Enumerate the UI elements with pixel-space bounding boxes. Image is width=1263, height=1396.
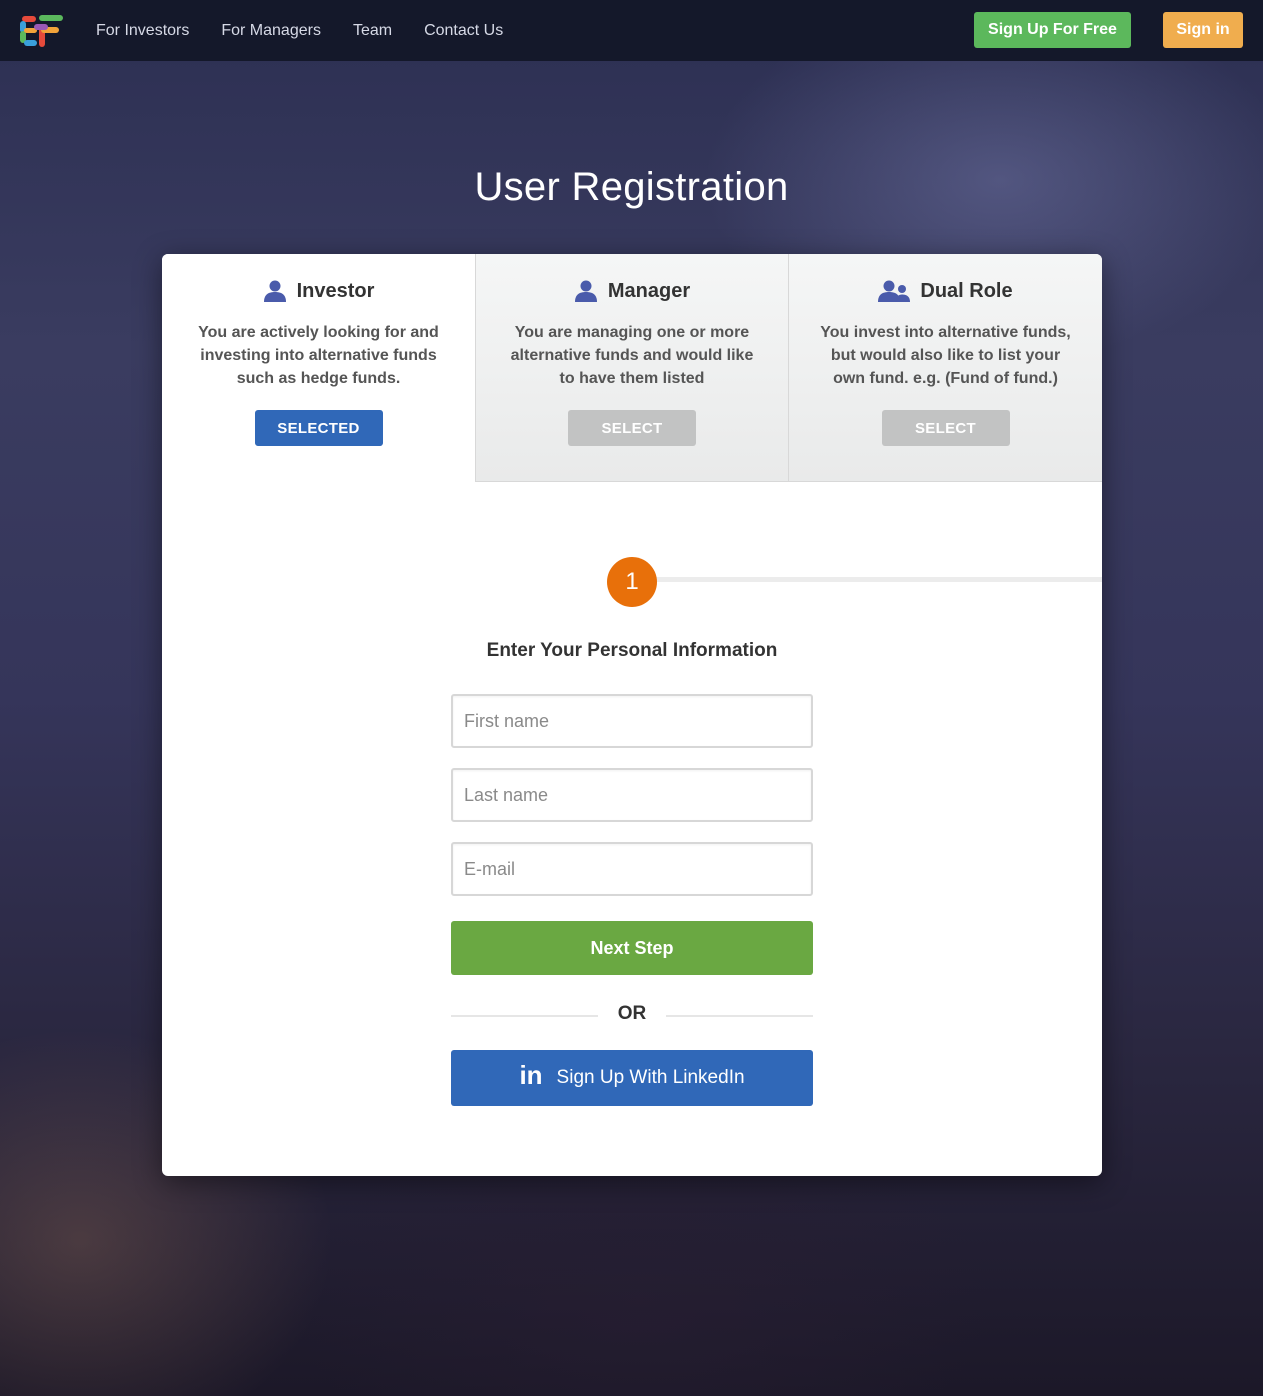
step-progress-line — [656, 577, 1102, 582]
site-logo[interactable] — [19, 13, 65, 49]
registration-card: Investor You are actively looking for an… — [162, 254, 1102, 1176]
role-title: Manager — [607, 279, 691, 302]
nav-team[interactable]: Team — [337, 0, 408, 61]
user-icon — [263, 280, 286, 302]
investor-selected-button[interactable]: SELECTED — [254, 410, 383, 446]
or-divider-right — [666, 1015, 813, 1017]
email-input[interactable] — [451, 842, 813, 896]
or-divider-left — [451, 1015, 598, 1017]
role-option-dual-role[interactable]: Dual Role You invest into alternative fu… — [788, 254, 1102, 482]
linkedin-icon: in — [519, 1060, 543, 1090]
role-header: Manager — [476, 278, 788, 304]
step-number-badge: 1 — [607, 557, 657, 607]
nav-for-managers[interactable]: For Managers — [205, 0, 337, 61]
linkedin-signup-button[interactable]: in Sign Up With LinkedIn — [451, 1050, 813, 1106]
form-title: Enter Your Personal Information — [486, 640, 778, 661]
role-selector: Investor You are actively looking for an… — [162, 254, 1102, 482]
page-title: User Registration — [474, 165, 789, 209]
role-description: You are actively looking for and investi… — [198, 324, 439, 387]
top-navbar: For Investors For Managers Team Contact … — [0, 0, 1263, 61]
next-step-button[interactable]: Next Step — [451, 921, 813, 975]
role-description: You are managing one or more alternative… — [510, 324, 754, 387]
role-title: Investor — [296, 279, 375, 302]
manager-select-button[interactable]: SELECT — [568, 410, 696, 446]
sign-up-free-button[interactable]: Sign Up For Free — [974, 12, 1131, 48]
dual-role-select-button[interactable]: SELECT — [881, 410, 1010, 446]
linkedin-button-label: Sign Up With LinkedIn — [556, 1067, 745, 1088]
first-name-input[interactable] — [451, 694, 813, 748]
last-name-input[interactable] — [451, 768, 813, 822]
role-description: You invest into alternative funds, but w… — [820, 324, 1071, 387]
user-icon — [574, 280, 597, 302]
role-option-investor[interactable]: Investor You are actively looking for an… — [162, 254, 475, 482]
or-label: OR — [617, 1003, 647, 1024]
users-icon — [878, 280, 911, 302]
sign-in-button[interactable]: Sign in — [1163, 12, 1243, 48]
nav-for-investors[interactable]: For Investors — [80, 0, 205, 61]
role-option-manager[interactable]: Manager You are managing one or more alt… — [475, 254, 788, 482]
nav-contact-us[interactable]: Contact Us — [408, 0, 519, 61]
role-header: Dual Role — [789, 278, 1102, 304]
role-header: Investor — [162, 278, 475, 304]
main-nav: For Investors For Managers Team Contact … — [80, 0, 519, 61]
role-title: Dual Role — [920, 279, 1013, 302]
